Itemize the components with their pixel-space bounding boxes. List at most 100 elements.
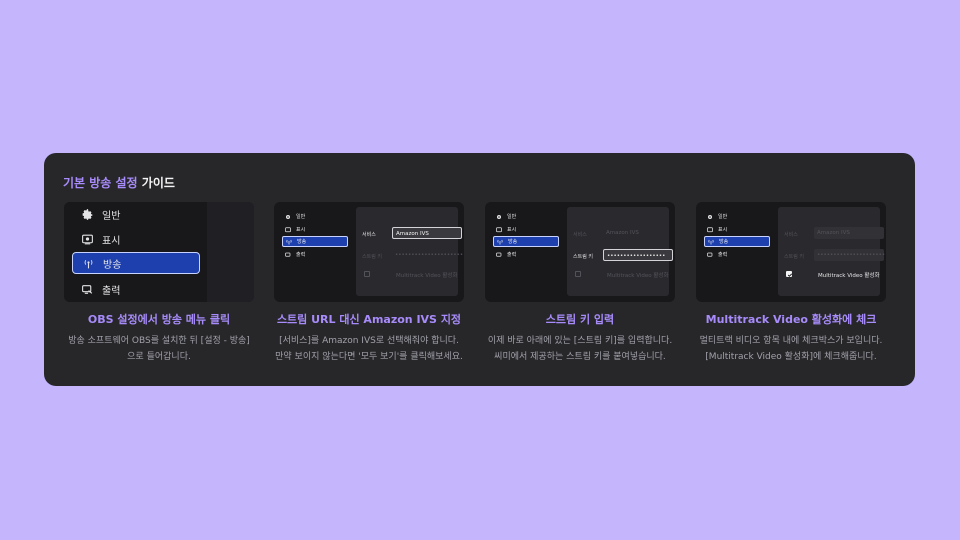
mini-menu-broadcast[interactable]: 방송 xyxy=(493,236,559,247)
step-1-desc-line2: 으로 들어갑니다. xyxy=(127,352,191,362)
mini-menu-label: 일반 xyxy=(718,214,728,220)
service-label: 서비스 xyxy=(573,232,587,238)
mini-menu-general[interactable]: 일반 xyxy=(493,211,559,222)
mini-menu-label: 일반 xyxy=(296,214,306,220)
mini-menu-display[interactable]: 표시 xyxy=(282,224,348,235)
mini-menu-label: 표시 xyxy=(296,227,306,233)
mini-menu-label: 방송 xyxy=(719,239,729,245)
stream-key-input[interactable]: •••••••••••••••••••••• xyxy=(392,249,464,261)
step-3-screenshot: 일반 표시 방송 출력 서비스 Amazon IVS 스트림 키 •••••••… xyxy=(485,202,675,302)
mini-menu-label: 일반 xyxy=(507,214,517,220)
mini-settings-sidebar: 일반 표시 방송 출력 xyxy=(701,207,773,296)
settings-sidebar: 일반 표시 방송 출력 xyxy=(64,202,207,302)
mini-settings-form: 서비스 Amazon IVS 스트림 키 •••••••••••••••••••… xyxy=(778,207,886,296)
multitrack-label: Multitrack Video 활성화 xyxy=(818,273,880,279)
mini-settings-sidebar: 일반 표시 방송 출력 xyxy=(279,207,351,296)
output-icon xyxy=(80,282,94,296)
step-2: 일반 표시 방송 출력 서비스 Amazon IVS 스트림 키 •••••••… xyxy=(274,202,464,362)
gear-icon xyxy=(80,207,94,221)
step-4-screenshot: 일반 표시 방송 출력 서비스 Amazon IVS 스트림 키 •••••••… xyxy=(696,202,886,302)
step-4-description: 멀티트랙 비디오 항목 내에 체크박스가 보입니다. [Multitrack V… xyxy=(681,333,901,365)
step-1-desc-line1: 방송 소프트웨어 OBS를 설치한 뒤 [설정 - 방송] xyxy=(68,336,250,346)
mini-menu-label: 방송 xyxy=(508,239,518,245)
service-label: 서비스 xyxy=(784,232,798,238)
service-label: 서비스 xyxy=(362,232,376,238)
menu-label: 방송 xyxy=(103,259,122,271)
mini-menu-broadcast[interactable]: 방송 xyxy=(282,236,348,247)
step-2-screenshot: 일반 표시 방송 출력 서비스 Amazon IVS 스트림 키 •••••••… xyxy=(274,202,464,302)
mini-menu-label: 방송 xyxy=(297,239,307,245)
multitrack-checkbox-checked[interactable] xyxy=(786,271,793,277)
antenna-icon xyxy=(286,239,292,245)
antenna-icon xyxy=(81,256,95,270)
mini-settings-form: 서비스 Amazon IVS 스트림 키 •••••••••••••••••• … xyxy=(567,207,673,296)
antenna-icon xyxy=(708,239,714,245)
multitrack-checkbox[interactable] xyxy=(364,271,370,277)
multitrack-label: Multitrack Video 활성화 xyxy=(607,273,669,279)
mini-menu-broadcast[interactable]: 방송 xyxy=(704,236,770,247)
mini-settings-form: 서비스 Amazon IVS 스트림 키 •••••••••••••••••••… xyxy=(356,207,464,296)
guide-title-accent: 기본 방송 설정 xyxy=(63,176,138,190)
step-2-description: [서비스]를 Amazon IVS로 선택해줘야 합니다. 만약 보이지 않는다… xyxy=(259,333,479,365)
service-select[interactable]: Amazon IVS xyxy=(814,227,884,239)
guide-card: 기본 방송 설정 가이드 일반 표시 방송 출력 OBS 설정에서 방송 메뉴 … xyxy=(44,153,915,386)
step-2-title: 스트림 URL 대신 Amazon IVS 지정 xyxy=(276,313,462,326)
mini-menu-output[interactable]: 출력 xyxy=(493,249,559,260)
step-3-desc-line2: 씨미에서 제공하는 스트림 키를 붙여넣습니다. xyxy=(494,352,666,362)
mini-menu-label: 표시 xyxy=(507,227,517,233)
mini-menu-label: 출력 xyxy=(507,252,517,258)
step-2-desc-line1: [서비스]를 Amazon IVS로 선택해줘야 합니다. xyxy=(279,336,459,346)
menu-label: 표시 xyxy=(102,235,121,247)
step-3-desc-line1: 이제 바로 아래에 있는 [스트림 키]를 입력합니다. xyxy=(487,336,673,346)
guide-title-rest: 가이드 xyxy=(137,176,175,190)
menu-item-broadcast[interactable]: 방송 xyxy=(72,252,200,274)
mini-settings-sidebar: 일반 표시 방송 출력 xyxy=(490,207,562,296)
step-4: 일반 표시 방송 출력 서비스 Amazon IVS 스트림 키 •••••••… xyxy=(696,202,886,362)
step-1-screenshot: 일반 표시 방송 출력 xyxy=(64,202,254,302)
stream-key-label: 스트림 키 xyxy=(784,254,804,260)
menu-label: 일반 xyxy=(102,210,121,222)
step-1-title: OBS 설정에서 방송 메뉴 클릭 xyxy=(87,313,231,326)
menu-item-general[interactable]: 일반 xyxy=(72,203,200,225)
output-icon xyxy=(707,252,713,258)
menu-item-display[interactable]: 표시 xyxy=(72,228,200,250)
service-select[interactable]: Amazon IVS xyxy=(392,227,462,239)
mini-menu-general[interactable]: 일반 xyxy=(282,211,348,222)
multitrack-label: Multitrack Video 활성화 xyxy=(396,273,458,279)
mini-menu-display[interactable]: 표시 xyxy=(704,224,770,235)
stream-key-input[interactable]: •••••••••••••••••••••• xyxy=(814,249,886,261)
output-icon xyxy=(496,252,502,258)
step-1-description: 방송 소프트웨어 OBS를 설치한 뒤 [설정 - 방송] 으로 들어갑니다. xyxy=(49,333,269,365)
service-select[interactable]: Amazon IVS xyxy=(603,227,673,239)
step-2-desc-line2: 만약 보이지 않는다면 '모두 보기'를 클릭해보세요. xyxy=(275,352,463,362)
antenna-icon xyxy=(497,239,503,245)
guide-title: 기본 방송 설정 가이드 xyxy=(63,174,175,191)
step-1: 일반 표시 방송 출력 OBS 설정에서 방송 메뉴 클릭 방송 소프트웨어 O… xyxy=(64,202,254,362)
settings-content-area xyxy=(207,202,254,302)
stream-key-input[interactable]: •••••••••••••••••• xyxy=(603,249,673,261)
mini-menu-general[interactable]: 일반 xyxy=(704,211,770,222)
step-3: 일반 표시 방송 출력 서비스 Amazon IVS 스트림 키 •••••••… xyxy=(485,202,675,362)
mini-menu-label: 출력 xyxy=(718,252,728,258)
step-4-desc-line2: [Multitrack Video 활성화]에 체크해줍니다. xyxy=(705,352,877,362)
step-4-title: Multitrack Video 활성화에 체크 xyxy=(705,313,877,326)
menu-label: 출력 xyxy=(102,285,121,297)
step-3-description: 이제 바로 아래에 있는 [스트림 키]를 입력합니다. 씨미에서 제공하는 스… xyxy=(470,333,690,365)
stream-key-label: 스트림 키 xyxy=(362,254,382,260)
mini-menu-output[interactable]: 출력 xyxy=(704,249,770,260)
mini-menu-label: 표시 xyxy=(718,227,728,233)
mini-menu-output[interactable]: 출력 xyxy=(282,249,348,260)
gear-icon xyxy=(707,214,713,220)
display-icon xyxy=(285,226,291,233)
stream-key-label: 스트림 키 xyxy=(573,254,593,260)
check-icon xyxy=(787,273,793,277)
display-icon xyxy=(496,226,502,233)
mini-menu-label: 출력 xyxy=(296,252,306,258)
output-icon xyxy=(285,252,291,258)
menu-item-output[interactable]: 출력 xyxy=(72,278,200,300)
mini-menu-display[interactable]: 표시 xyxy=(493,224,559,235)
gear-icon xyxy=(496,214,502,220)
step-3-title: 스트림 키 입력 xyxy=(545,313,615,326)
multitrack-checkbox[interactable] xyxy=(575,271,581,277)
step-4-desc-line1: 멀티트랙 비디오 항목 내에 체크박스가 보입니다. xyxy=(699,336,883,346)
